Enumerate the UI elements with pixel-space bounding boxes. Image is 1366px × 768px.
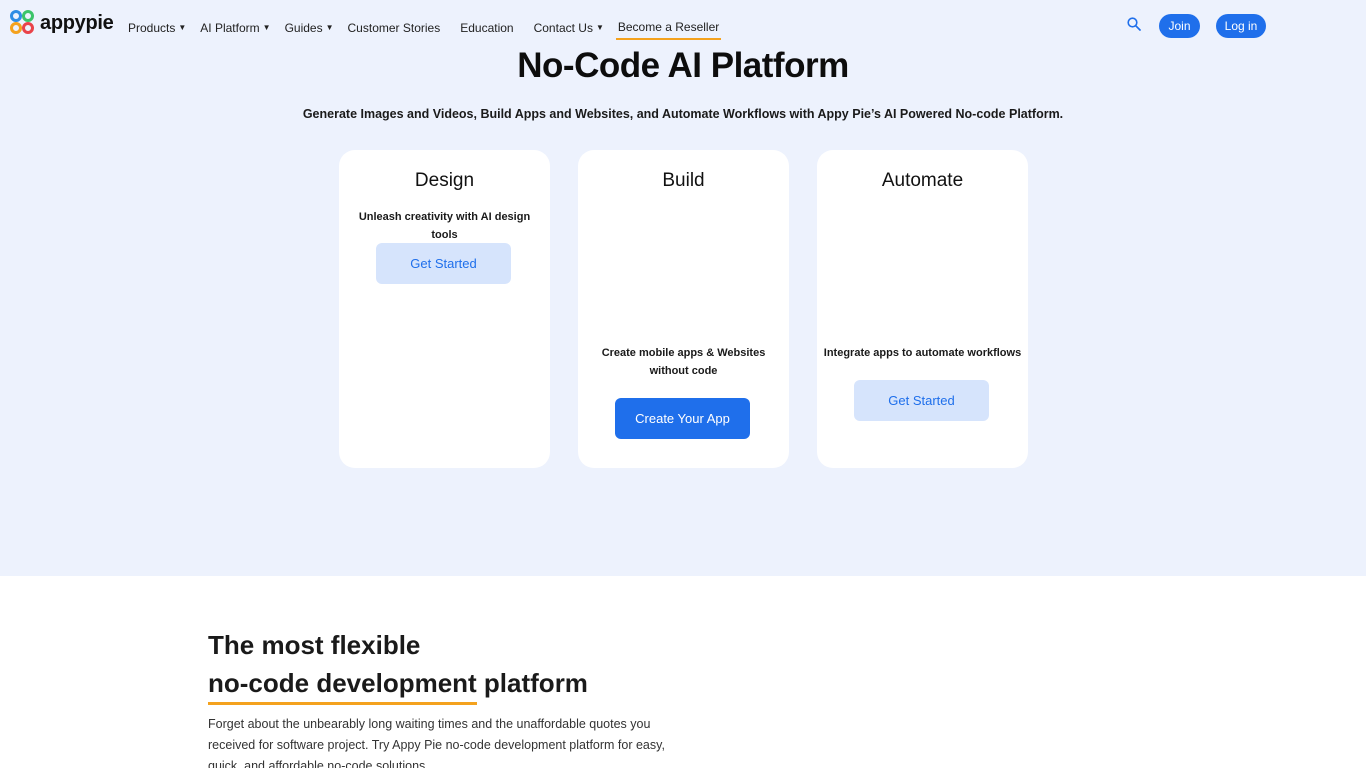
chevron-down-icon: ▼ — [262, 23, 271, 32]
top-navigation: appypie Products ▼ AI Platform ▼ Guides ▼ C… — [0, 0, 1366, 50]
chevron-down-icon: ▼ — [178, 23, 187, 32]
nav-item-contact-us[interactable]: Contact Us ▼ — [534, 21, 604, 35]
automate-get-started-button[interactable]: Get Started — [854, 380, 989, 421]
section-title: The most flexible no-code development pl… — [208, 626, 588, 705]
section-body-text: Forget about the unbearably long waiting… — [208, 717, 665, 768]
design-get-started-button[interactable]: Get Started — [376, 243, 511, 284]
brand-logo[interactable]: appypie — [10, 10, 114, 36]
brand-name: appypie — [40, 11, 114, 34]
join-button[interactable]: Join — [1159, 14, 1200, 38]
card-title: Automate — [881, 170, 964, 191]
card-description: Unleash creativity with AI design tools — [358, 211, 531, 241]
create-your-app-button[interactable]: Create Your App — [615, 398, 750, 439]
card-description: Create mobile apps & Websites without co… — [601, 347, 766, 377]
card-title: Design — [414, 170, 475, 191]
chevron-down-icon: ▼ — [325, 23, 334, 32]
card-title: Build — [662, 170, 705, 191]
hero-subtitle: Generate Images and Videos, Build Apps a… — [302, 107, 1064, 121]
nav-item-guides[interactable]: Guides ▼ — [285, 21, 334, 35]
section-title-rest: platform — [476, 668, 588, 698]
automate-card: Automate Integrate apps to automate work… — [817, 150, 1028, 468]
nav-item-products[interactable]: Products ▼ — [128, 21, 186, 35]
nav-item-become-reseller[interactable]: Become a Reseller — [615, 20, 722, 40]
nav-item-customer-stories[interactable]: Customer Stories — [348, 21, 441, 35]
logo-icon — [10, 10, 36, 36]
login-button[interactable]: Log in — [1216, 14, 1266, 38]
search-icon[interactable] — [1127, 17, 1141, 31]
section-title-highlight: no-code development — [208, 664, 477, 705]
design-card: Design Unleash creativity with AI design… — [339, 150, 550, 468]
nav-item-ai-platform[interactable]: AI Platform ▼ — [200, 21, 270, 35]
build-card: Build Create mobile apps & Websites with… — [578, 150, 789, 468]
chevron-down-icon: ▼ — [595, 23, 604, 32]
nav-menu: Products ▼ AI Platform ▼ Guides ▼ Customer … — [128, 17, 733, 40]
page-title: No-Code AI Platform — [517, 46, 849, 85]
section-title-line1: The most flexible — [208, 630, 421, 660]
nav-item-education[interactable]: Education — [460, 21, 513, 35]
card-description: Integrate apps to automate workflows — [823, 347, 1022, 359]
